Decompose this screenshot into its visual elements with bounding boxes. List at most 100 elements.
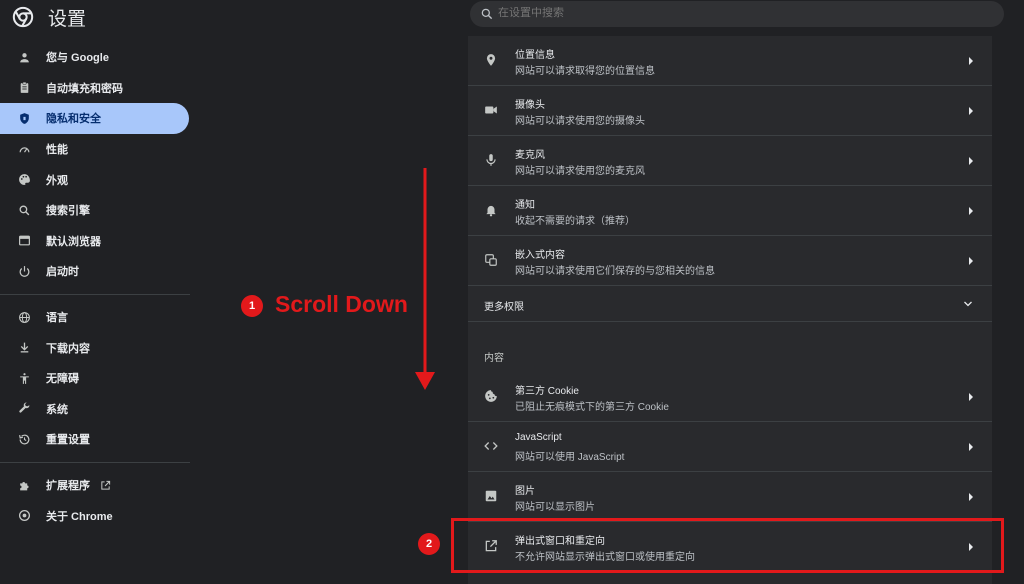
setting-row-javascript[interactable]: JavaScript 网站可以使用 JavaScript: [468, 422, 992, 472]
sidebar-item-appearance[interactable]: 外观: [0, 164, 189, 195]
sidebar-item-privacy[interactable]: 隐私和安全: [0, 103, 189, 134]
sidebar-item-label: 语言: [46, 312, 68, 325]
row-title: JavaScript: [515, 432, 562, 443]
cookie-icon: [485, 390, 497, 402]
search-icon: [19, 205, 30, 216]
sidebar-item-label: 外观: [46, 174, 68, 187]
sidebar-item-label: 扩展程序: [46, 480, 90, 493]
arrow-right-icon: [969, 207, 973, 215]
sidebar-item-you-and-google[interactable]: 您与 Google: [0, 42, 189, 73]
sidebar-item-label: 关于 Chrome: [46, 510, 113, 523]
sidebar-item-extensions[interactable]: 扩展程序: [0, 470, 189, 501]
arrow-right-icon: [969, 443, 973, 451]
sidebar-item-system[interactable]: 系统: [0, 394, 189, 425]
sidebar-item-label: 重置设置: [46, 434, 90, 447]
row-subtitle: 网站可以请求使用您的麦克风: [515, 166, 645, 177]
sidebar-item-label: 搜索引擎: [46, 205, 90, 218]
microphone-icon: [486, 154, 496, 166]
sidebar-item-languages[interactable]: 语言: [0, 302, 189, 333]
speedometer-icon: [19, 146, 30, 153]
clipboard-icon: [20, 82, 29, 94]
scroll-down-label: Scroll Down: [275, 291, 408, 317]
arrow-right-icon: [969, 157, 973, 165]
sidebar-item-reset-settings[interactable]: 重置设置: [0, 424, 189, 455]
globe-icon: [19, 311, 30, 323]
row-subtitle: 已阻止无痕模式下的第三方 Cookie: [515, 402, 669, 413]
row-title: 第三方 Cookie: [515, 386, 579, 397]
arrow-right-icon: [969, 493, 973, 501]
row-subtitle: 网站可以显示图片: [515, 502, 595, 513]
row-title: 图片: [515, 486, 535, 497]
row-title: 嵌入式内容: [515, 250, 565, 261]
page-title: 设置: [48, 9, 87, 30]
arrow-right-icon: [969, 393, 973, 401]
sidebar-item-downloads[interactable]: 下载内容: [0, 332, 189, 363]
sidebar-item-label: 性能: [46, 144, 68, 157]
row-title: 通知: [515, 200, 535, 211]
header-bar: 设置: [0, 0, 1024, 36]
row-subtitle: 网站可以请求使用它们保存的与您相关的信息: [515, 266, 715, 277]
location-pin-icon: [486, 54, 496, 66]
code-icon: [484, 442, 498, 450]
embedded-content-icon: [485, 254, 497, 266]
sidebar-item-autofill[interactable]: 自动填充和密码: [0, 73, 189, 104]
row-subtitle: 网站可以请求取得您的位置信息: [515, 66, 655, 77]
setting-row-microphone[interactable]: 麦克风 网站可以请求使用您的麦克风: [468, 136, 992, 186]
sidebar: 您与 Google 自动填充和密码 隐私和安全 性能 外观 搜索引擎 默认浏览器…: [0, 42, 190, 531]
more-permissions-toggle[interactable]: 更多权限: [468, 286, 992, 322]
history-icon: [19, 434, 30, 445]
download-icon: [20, 342, 29, 353]
arrow-right-icon: [969, 257, 973, 265]
search-box[interactable]: [470, 1, 1004, 27]
browser-icon: [19, 235, 30, 246]
sidebar-item-label: 隐私和安全: [46, 113, 101, 126]
row-title: 位置信息: [515, 50, 555, 61]
wrench-icon: [19, 402, 30, 413]
content-section-heading: 内容: [484, 353, 504, 364]
row-title: 摄像头: [515, 100, 545, 111]
sidebar-item-label: 启动时: [46, 266, 79, 279]
external-link-icon: [101, 480, 111, 490]
step-1-badge: 1: [241, 295, 263, 317]
setting-row-notifications[interactable]: 通知 收起不需要的请求（推荐）: [468, 186, 992, 236]
sidebar-divider: [0, 461, 190, 463]
more-permissions-label: 更多权限: [484, 302, 524, 313]
step-2-badge: 2: [418, 533, 440, 555]
sidebar-item-label: 系统: [46, 403, 68, 416]
arrow-right-icon: [969, 57, 973, 65]
sidebar-item-search-engine[interactable]: 搜索引擎: [0, 195, 189, 226]
image-icon: [485, 490, 497, 502]
sidebar-item-on-startup[interactable]: 启动时: [0, 256, 189, 287]
settings-card: 位置信息 网站可以请求取得您的位置信息 摄像头 网站可以请求使用您的摄像头 麦克…: [468, 36, 992, 584]
power-icon: [19, 266, 30, 277]
bell-icon: [486, 205, 496, 217]
row-subtitle: 收起不需要的请求（推荐）: [515, 216, 635, 227]
sidebar-item-label: 下载内容: [46, 342, 90, 355]
accessibility-icon: [20, 372, 29, 384]
sidebar-item-about-chrome[interactable]: 关于 Chrome: [0, 500, 189, 531]
sidebar-item-label: 无障碍: [46, 373, 79, 386]
search-input[interactable]: [498, 7, 798, 19]
setting-row-third-party-cookies[interactable]: 第三方 Cookie 已阻止无痕模式下的第三方 Cookie: [468, 372, 992, 422]
sidebar-item-label: 您与 Google: [46, 52, 109, 65]
row-title: 麦克风: [515, 150, 545, 161]
row-subtitle: 网站可以请求使用您的摄像头: [515, 116, 645, 127]
setting-row-embedded-content[interactable]: 嵌入式内容 网站可以请求使用它们保存的与您相关的信息: [468, 236, 992, 286]
puzzle-icon: [20, 481, 29, 490]
chrome-logo-icon: [12, 6, 34, 28]
camera-icon: [485, 106, 497, 114]
search-icon: [481, 8, 493, 20]
sidebar-item-performance[interactable]: 性能: [0, 134, 189, 165]
scroll-down-arrow-icon: [415, 168, 435, 390]
highlight-popups-box: [451, 518, 1004, 573]
sidebar-divider: [0, 293, 190, 295]
shield-icon: [20, 113, 29, 124]
chrome-icon: [18, 510, 31, 522]
setting-row-location[interactable]: 位置信息 网站可以请求取得您的位置信息: [468, 36, 992, 86]
setting-row-images[interactable]: 图片 网站可以显示图片: [468, 472, 992, 522]
sidebar-item-default-browser[interactable]: 默认浏览器: [0, 226, 189, 257]
setting-row-camera[interactable]: 摄像头 网站可以请求使用您的摄像头: [468, 86, 992, 136]
sidebar-item-label: 默认浏览器: [46, 235, 101, 248]
arrow-right-icon: [969, 107, 973, 115]
sidebar-item-accessibility[interactable]: 无障碍: [0, 363, 189, 394]
